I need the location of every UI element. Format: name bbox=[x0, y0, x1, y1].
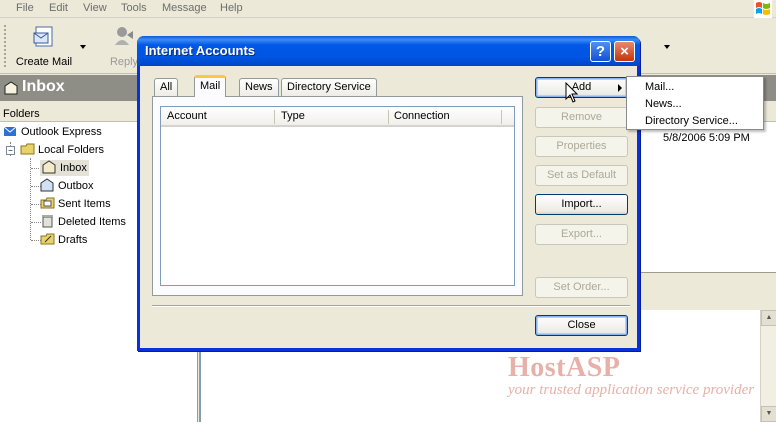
accounts-list-header: Account Type Connection bbox=[161, 107, 514, 127]
reply-icon bbox=[115, 27, 133, 45]
column-separator[interactable] bbox=[501, 110, 502, 124]
tree-label: Outbox bbox=[58, 180, 94, 192]
tree-item-inbox[interactable]: Inbox bbox=[40, 160, 89, 176]
drafts-icon bbox=[40, 233, 55, 245]
toolbar-grip bbox=[4, 25, 7, 67]
tab-directory-service[interactable]: Directory Service bbox=[281, 78, 377, 97]
dialog-title: Internet Accounts bbox=[145, 43, 256, 58]
menu-message[interactable]: Message bbox=[162, 2, 207, 14]
create-mail-button[interactable]: Create Mail bbox=[14, 23, 74, 68]
tab-panel: Account Type Connection bbox=[152, 96, 523, 296]
outbox-icon bbox=[40, 178, 54, 192]
tree-item-outbox[interactable]: Outbox bbox=[40, 178, 93, 194]
tab-news[interactable]: News bbox=[239, 78, 279, 97]
menu-edit[interactable]: Edit bbox=[49, 2, 68, 14]
column-separator[interactable] bbox=[274, 110, 275, 124]
tree-label: Outlook Express bbox=[21, 126, 102, 138]
tree-line bbox=[30, 158, 31, 240]
create-mail-label: Create Mail bbox=[15, 56, 73, 68]
inbox-folder-icon bbox=[42, 160, 56, 174]
scroll-down-icon[interactable]: ▼ bbox=[761, 406, 776, 422]
close-button[interactable]: Close bbox=[535, 315, 628, 336]
menu-item-news[interactable]: News... bbox=[645, 98, 682, 110]
import-button[interactable]: Import... bbox=[535, 194, 628, 215]
deleted-items-icon bbox=[42, 215, 53, 228]
preview-scrollbar[interactable]: ▲ ▼ bbox=[760, 310, 776, 422]
submenu-arrow-icon bbox=[618, 84, 622, 92]
column-connection[interactable]: Connection bbox=[394, 110, 450, 122]
column-type[interactable]: Type bbox=[281, 110, 305, 122]
help-button[interactable]: ? bbox=[590, 41, 611, 62]
inbox-icon bbox=[4, 81, 18, 95]
accounts-list[interactable]: Account Type Connection bbox=[160, 106, 515, 286]
menu-item-mail[interactable]: Mail... bbox=[645, 81, 674, 93]
watermark-tagline: your trusted application service provide… bbox=[508, 382, 755, 398]
local-folders-icon bbox=[20, 143, 35, 155]
tree-label: Inbox bbox=[60, 162, 87, 174]
tree-label: Deleted Items bbox=[58, 216, 126, 228]
add-button[interactable]: Add bbox=[535, 77, 628, 98]
add-submenu: Mail... News... Directory Service... bbox=[626, 76, 764, 130]
create-mail-icon bbox=[33, 26, 53, 47]
menu-view[interactable]: View bbox=[83, 2, 107, 14]
tree-item-deleted-items[interactable]: Deleted Items bbox=[40, 214, 126, 230]
scroll-up-icon[interactable]: ▲ bbox=[761, 310, 776, 326]
tree-item-sent-items[interactable]: Sent Items bbox=[40, 196, 111, 212]
mouse-cursor-icon bbox=[565, 82, 579, 103]
menu-file[interactable]: File bbox=[16, 2, 34, 14]
windows-logo-icon bbox=[754, 0, 772, 18]
export-button[interactable]: Export... bbox=[535, 224, 628, 245]
close-window-button[interactable]: × bbox=[614, 41, 635, 62]
sent-items-icon bbox=[40, 197, 55, 209]
set-as-default-button[interactable]: Set as Default bbox=[535, 165, 628, 186]
remove-button[interactable]: Remove bbox=[535, 107, 628, 128]
tree-label: Local Folders bbox=[38, 144, 105, 156]
tab-all[interactable]: All bbox=[154, 78, 179, 97]
tree-item-outlook-express[interactable]: Outlook Express bbox=[3, 124, 102, 140]
inbox-title: Inbox bbox=[22, 78, 65, 95]
hostasp-watermark: HostASP your trusted application service… bbox=[508, 352, 754, 399]
toolbar-more-arrow[interactable] bbox=[664, 45, 670, 49]
menu-item-directory-service[interactable]: Directory Service... bbox=[645, 115, 738, 127]
menu-help[interactable]: Help bbox=[220, 2, 243, 14]
set-order-button[interactable]: Set Order... bbox=[535, 277, 628, 298]
column-separator[interactable] bbox=[388, 110, 389, 124]
column-account[interactable]: Account bbox=[167, 110, 207, 122]
tab-mail[interactable]: Mail bbox=[194, 75, 227, 97]
tree-item-drafts[interactable]: Drafts bbox=[40, 232, 87, 248]
create-mail-dropdown-arrow[interactable] bbox=[80, 45, 86, 49]
outlook-express-icon bbox=[3, 126, 17, 136]
dialog-separator bbox=[152, 305, 630, 307]
dialog-titlebar[interactable]: Internet Accounts ? × bbox=[137, 36, 640, 66]
collapse-toggle[interactable]: − bbox=[6, 146, 15, 155]
properties-button[interactable]: Properties bbox=[535, 136, 628, 157]
watermark-brand: HostASP bbox=[508, 352, 621, 383]
menu-tools[interactable]: Tools bbox=[121, 2, 147, 14]
menu-bar: File Edit View Tools Message Help bbox=[0, 0, 776, 18]
message-date: 5/8/2006 5:09 PM bbox=[663, 132, 750, 144]
tree-item-local-folders[interactable]: Local Folders bbox=[20, 142, 104, 158]
tree-label: Sent Items bbox=[58, 198, 111, 210]
tree-label: Drafts bbox=[58, 234, 88, 246]
